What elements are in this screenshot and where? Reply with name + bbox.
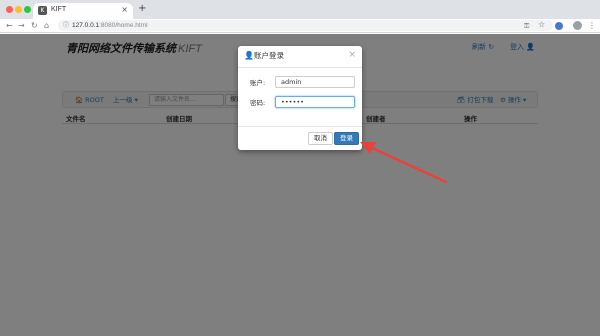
password-label: 密码: (250, 99, 266, 107)
browser-tab-bar: K KIFT × + (0, 0, 600, 19)
window-close-button[interactable] (6, 6, 13, 13)
bookmark-star-icon[interactable]: ☆ (538, 19, 545, 31)
modal-header: 👤 账户登录 × (238, 46, 362, 68)
home-icon[interactable]: ⌂ (44, 20, 49, 32)
url-path: :8080/home.html (99, 22, 148, 29)
key-icon[interactable]: ⚿ (524, 20, 529, 32)
login-modal: 👤 账户登录 × 账户: admin 密码: •••••• 取消 登录 (238, 46, 362, 150)
url-host: 127.0.0.1 (72, 22, 100, 29)
browser-tab[interactable]: K KIFT × (33, 3, 133, 19)
site-info-icon[interactable]: ⓘ (63, 21, 69, 30)
browser-address-bar: ← → ↻ ⌂ ⓘ 127.0.0.1:8080/home.html ⚿ ☆ ⋮ (0, 19, 600, 33)
profile-avatar-icon[interactable] (573, 21, 582, 30)
url-text: 127.0.0.1:8080/home.html (72, 21, 148, 30)
browser-menu-icon[interactable]: ⋮ (588, 20, 596, 32)
cancel-button[interactable]: 取消 (308, 132, 333, 145)
tab-title: KIFT (51, 6, 67, 13)
login-submit-button[interactable]: 登录 (334, 132, 359, 145)
modal-footer: 取消 登录 (238, 126, 362, 150)
forward-arrow-icon[interactable]: → (18, 20, 25, 32)
reload-icon[interactable]: ↻ (31, 20, 38, 32)
back-arrow-icon[interactable]: ← (6, 20, 13, 32)
url-input[interactable]: ⓘ 127.0.0.1:8080/home.html (58, 20, 553, 31)
account-label: 账户: (250, 79, 266, 87)
window-zoom-button[interactable] (24, 6, 31, 13)
password-input[interactable]: •••••• (275, 96, 355, 108)
user-icon: 👤 (244, 51, 254, 60)
extension-icon[interactable] (555, 22, 563, 30)
close-icon[interactable]: × (348, 50, 356, 60)
new-tab-button[interactable]: + (138, 3, 146, 15)
tab-close-icon[interactable]: × (121, 5, 128, 14)
tab-favicon-icon: K (38, 6, 47, 15)
window-minimize-button[interactable] (15, 6, 22, 13)
modal-title: 账户登录 (254, 51, 284, 60)
account-input[interactable]: admin (275, 76, 355, 88)
